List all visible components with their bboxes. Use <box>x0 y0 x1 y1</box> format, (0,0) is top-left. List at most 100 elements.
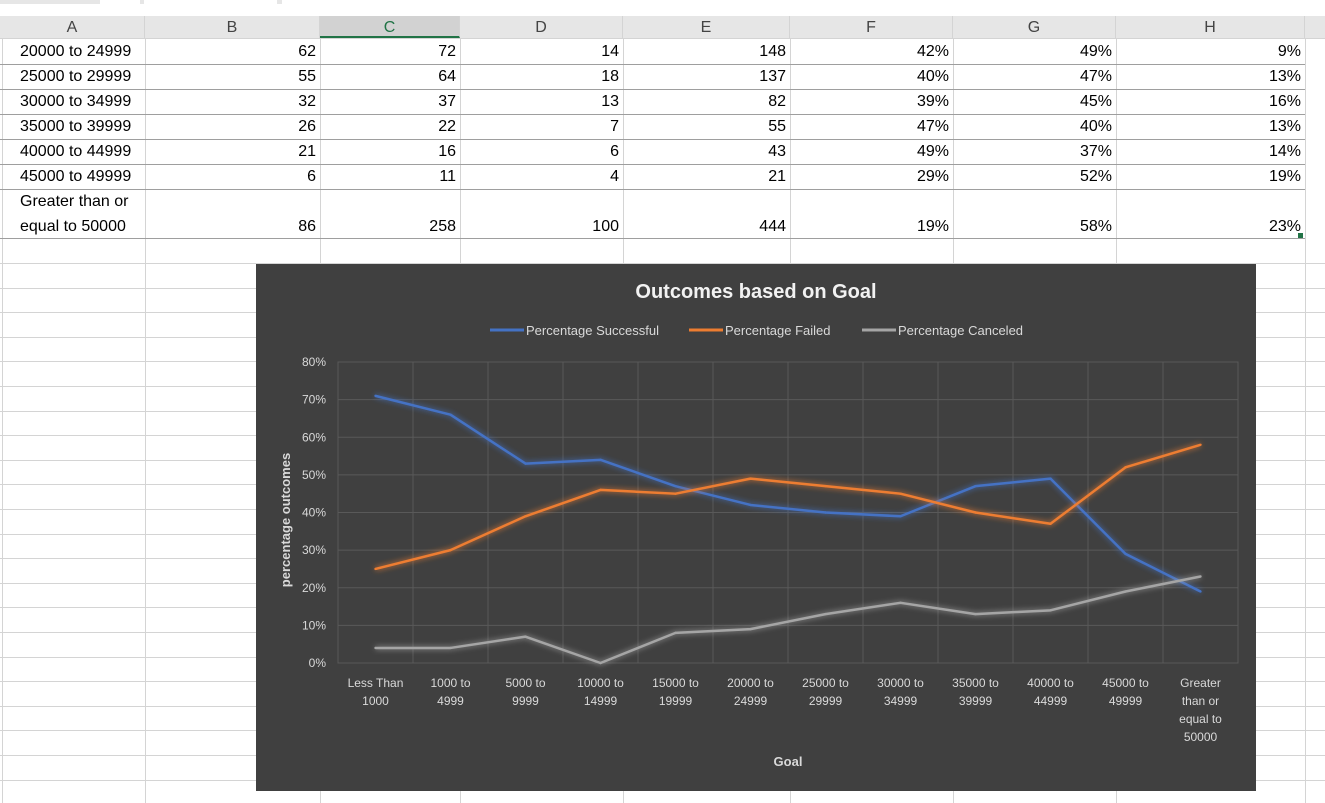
selection-fill-handle[interactable] <box>1298 233 1303 238</box>
x-tick-label: 20000 to <box>727 676 774 690</box>
grid-column-line <box>2 38 3 803</box>
table-cell[interactable]: 82 <box>768 91 786 113</box>
column-header-f[interactable]: F <box>790 16 953 38</box>
table-cell[interactable]: 42% <box>917 41 949 63</box>
table-cell[interactable]: 47% <box>917 116 949 138</box>
table-cell[interactable]: 72 <box>438 41 456 63</box>
column-header-a[interactable]: A <box>0 16 145 38</box>
x-tick-label: equal to <box>1179 712 1222 726</box>
sheet-tab[interactable] <box>144 0 277 4</box>
table-cell[interactable]: 6 <box>307 166 316 188</box>
table-cell[interactable]: 32 <box>298 91 316 113</box>
column-header-b[interactable]: B <box>145 16 320 38</box>
table-cell[interactable]: 49% <box>917 141 949 163</box>
table-cell[interactable]: 86 <box>298 216 316 238</box>
x-tick-label: 39999 <box>959 694 993 708</box>
table-cell[interactable]: 14 <box>601 41 619 63</box>
table-cell[interactable]: 47% <box>1080 66 1112 88</box>
table-cell[interactable]: 55 <box>298 66 316 88</box>
table-cell[interactable]: 22 <box>438 116 456 138</box>
data-point <box>1124 552 1127 556</box>
table-cell[interactable]: 7 <box>610 116 619 138</box>
table-cell[interactable]: 13 <box>601 91 619 113</box>
row-label[interactable]: equal to 50000 <box>20 216 126 238</box>
row-label[interactable]: 45000 to 49999 <box>20 166 131 188</box>
data-point <box>1124 590 1127 593</box>
row-label[interactable]: Greater than or <box>20 191 129 213</box>
table-cell[interactable]: 13% <box>1269 116 1301 138</box>
table-cell[interactable]: 58% <box>1080 216 1112 238</box>
table-cell[interactable]: 137 <box>759 66 786 88</box>
table-cell[interactable]: 148 <box>759 41 786 63</box>
x-tick-label: 1000 <box>362 694 389 708</box>
table-row-border <box>0 64 1305 65</box>
table-cell[interactable]: 26 <box>298 116 316 138</box>
table-cell[interactable]: 19% <box>1269 166 1301 188</box>
x-tick-label: 29999 <box>809 694 843 708</box>
table-cell[interactable]: 100 <box>592 216 619 238</box>
y-tick-label: 30% <box>302 543 326 557</box>
data-point <box>974 484 977 488</box>
data-point <box>374 394 377 398</box>
row-label[interactable]: 40000 to 44999 <box>20 141 131 163</box>
line-chart: Outcomes based on Goal Goal percentage o… <box>278 281 1239 769</box>
table-cell[interactable]: 19% <box>917 216 949 238</box>
table-cell[interactable]: 23% <box>1269 216 1301 238</box>
table-cell[interactable]: 52% <box>1080 166 1112 188</box>
column-header-d[interactable]: D <box>460 16 623 38</box>
row-label[interactable]: 20000 to 24999 <box>20 41 131 63</box>
table-row-border <box>0 139 1305 140</box>
table-cell[interactable]: 21 <box>298 141 316 163</box>
table-cell[interactable]: 16 <box>438 141 456 163</box>
x-tick-label: 14999 <box>584 694 618 708</box>
table-cell[interactable]: 40% <box>917 66 949 88</box>
table-cell[interactable]: 62 <box>298 41 316 63</box>
table-cell[interactable]: 444 <box>759 216 786 238</box>
column-header-c[interactable]: C <box>320 16 460 38</box>
x-tick-label: 15000 to <box>652 676 699 690</box>
sheet-tab[interactable] <box>282 0 1325 4</box>
table-cell[interactable]: 14% <box>1269 141 1301 163</box>
column-header-g[interactable]: G <box>953 16 1116 38</box>
sheet-tab[interactable] <box>100 0 140 4</box>
table-cell[interactable]: 258 <box>429 216 456 238</box>
table-cell[interactable]: 4 <box>610 166 619 188</box>
x-axis-label: Goal <box>774 754 803 769</box>
table-cell[interactable]: 13% <box>1269 66 1301 88</box>
table-cell[interactable]: 45% <box>1080 91 1112 113</box>
table-cell[interactable]: 37% <box>1080 141 1112 163</box>
table-cell[interactable]: 39% <box>917 91 949 113</box>
legend-entry: Percentage Canceled <box>898 323 1023 338</box>
column-header-e[interactable]: E <box>623 16 790 38</box>
grid-column-line <box>145 38 146 803</box>
table-cell[interactable]: 64 <box>438 66 456 88</box>
table-cell[interactable]: 21 <box>768 166 786 188</box>
table-cell[interactable]: 37 <box>438 91 456 113</box>
table-row-border <box>0 89 1305 90</box>
row-label[interactable]: 35000 to 39999 <box>20 116 131 138</box>
table-cell[interactable]: 18 <box>601 66 619 88</box>
table-cell[interactable]: 40% <box>1080 116 1112 138</box>
table-cell[interactable]: 11 <box>439 166 456 188</box>
table-cell[interactable]: 43 <box>768 141 786 163</box>
data-point <box>749 477 752 480</box>
data-point <box>524 515 527 518</box>
column-header-h[interactable]: H <box>1116 16 1305 38</box>
table-cell[interactable]: 16% <box>1269 91 1301 113</box>
data-point <box>374 567 377 571</box>
table-row-border <box>0 164 1305 165</box>
table-row-border <box>0 114 1305 115</box>
table-cell[interactable]: 6 <box>610 141 619 163</box>
row-label[interactable]: 25000 to 29999 <box>20 66 131 88</box>
data-point <box>674 484 677 488</box>
table-cell[interactable]: 9% <box>1278 41 1301 63</box>
row-label[interactable]: 30000 to 34999 <box>20 91 131 113</box>
x-tick-label: 50000 <box>1184 730 1218 744</box>
grid-column-line <box>1305 38 1306 803</box>
table-cell[interactable]: 29% <box>917 166 949 188</box>
chart-outcomes-based-on-goal[interactable]: Outcomes based on Goal Goal percentage o… <box>256 264 1256 791</box>
table-cell[interactable]: 49% <box>1080 41 1112 63</box>
data-point <box>674 631 677 635</box>
data-point <box>374 646 377 650</box>
table-cell[interactable]: 55 <box>768 116 786 138</box>
